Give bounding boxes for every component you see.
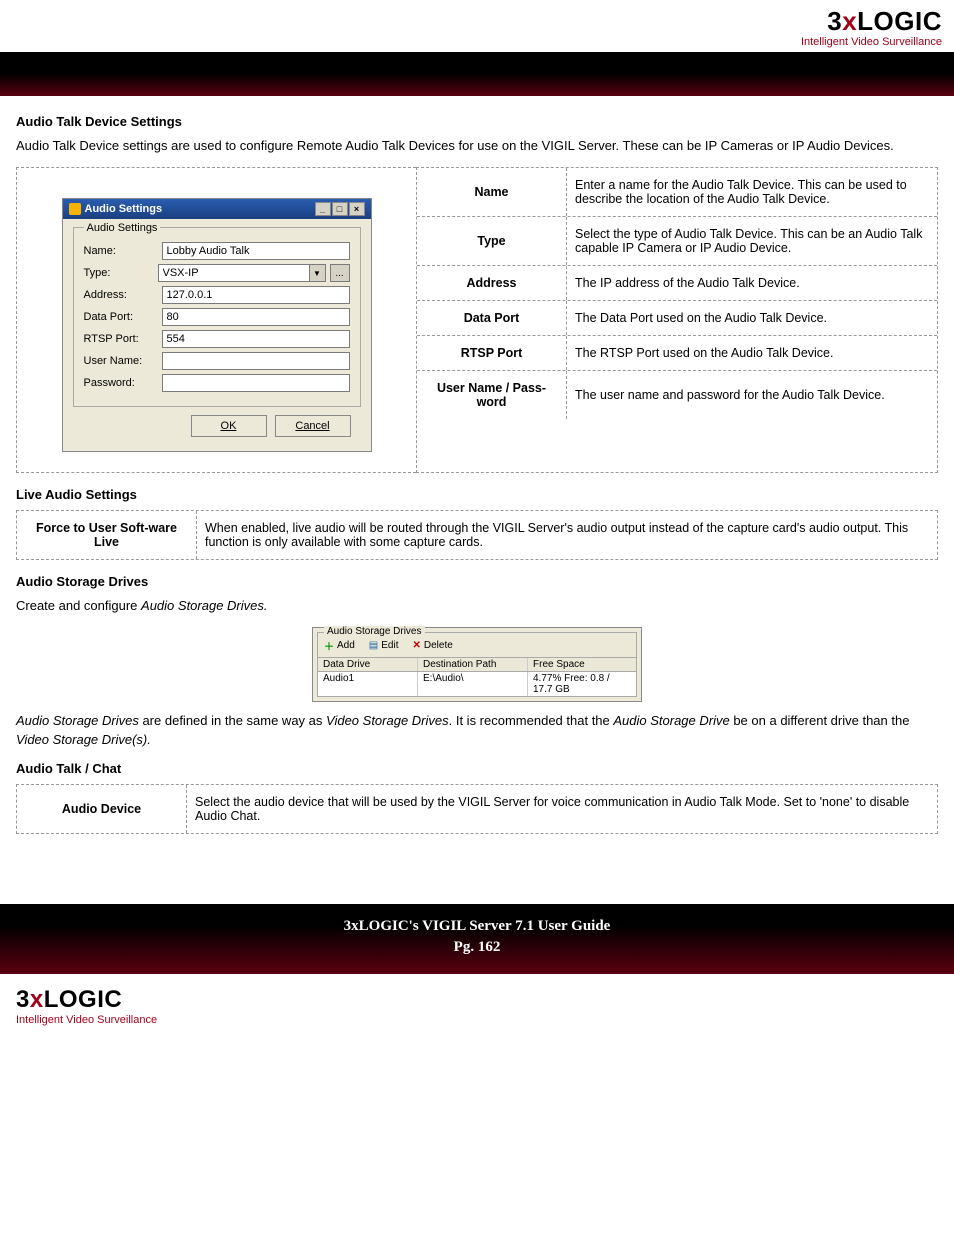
minimize-button[interactable]: _ <box>315 202 331 216</box>
col-dest-path: Destination Path <box>418 658 528 671</box>
content-area: Audio Talk Device Settings Audio Talk De… <box>0 114 954 834</box>
input-rtspport[interactable] <box>162 330 350 348</box>
storage-screenshot: Audio Storage Drives ＋Add ▤Edit ✕Delete … <box>16 627 938 702</box>
audio-settings-dialog: Audio Settings _ □ × Audio Settings <box>62 198 372 452</box>
audio-talk-settings-block: Audio Settings _ □ × Audio Settings <box>16 167 938 473</box>
input-password[interactable] <box>162 374 350 392</box>
input-type[interactable] <box>158 264 310 282</box>
label-password: Password: <box>84 377 162 389</box>
section-title-audio-talk-chat: Audio Talk / Chat <box>16 761 938 776</box>
header-banner <box>0 52 954 96</box>
plus-icon: ＋ <box>324 638 334 653</box>
label-type: Type: <box>84 267 158 279</box>
row-label-name: Name <box>417 168 567 216</box>
fieldset-legend: Audio Settings <box>84 222 161 234</box>
label-username: User Name: <box>84 355 162 367</box>
storage-toolbar: ＋Add ▤Edit ✕Delete <box>318 638 636 657</box>
window-buttons: _ □ × <box>315 202 365 216</box>
ok-button[interactable]: OK <box>191 415 267 437</box>
logo-wordmark-bottom: 3xLOGIC <box>16 988 938 1012</box>
logo-3: 3 <box>827 6 842 36</box>
storage-legend: Audio Storage Drives <box>324 626 425 637</box>
row-desc-dataport: The Data Port used on the Audio Talk Dev… <box>567 301 937 335</box>
row-desc-rtspport: The RTSP Port used on the Audio Talk Dev… <box>567 336 937 370</box>
live-audio-table: Force to User Soft-ware Live When enable… <box>16 510 938 560</box>
row-label-userpass: User Name / Pass-word <box>417 371 567 419</box>
row-label-dataport: Data Port <box>417 301 567 335</box>
row-desc-userpass: The user name and password for the Audio… <box>567 371 937 419</box>
input-dataport[interactable] <box>162 308 350 326</box>
section-intro-audio-talk-device: Audio Talk Device settings are used to c… <box>16 137 938 155</box>
dialog-icon <box>69 203 81 215</box>
audio-settings-screenshot: Audio Settings _ □ × Audio Settings <box>16 167 416 473</box>
storage-delete-button[interactable]: ✕Delete <box>412 638 452 653</box>
input-address[interactable] <box>162 286 350 304</box>
row-desc-name: Enter a name for the Audio Talk Device. … <box>567 168 937 216</box>
storage-intro-italic: Audio Storage Drives. <box>141 598 267 613</box>
cell-free-space: 4.77% Free: 0.8 / 17.7 GB <box>528 672 636 696</box>
chat-row-desc: Select the audio device that will be use… <box>187 785 937 833</box>
section-title-storage: Audio Storage Drives <box>16 574 938 589</box>
label-rtspport: RTSP Port: <box>84 333 162 345</box>
row-label-type: Type <box>417 217 567 265</box>
logo-x: x <box>842 6 857 36</box>
logo-tagline: Intelligent Video Surveillance <box>0 36 942 48</box>
logo-wordmark: 3xLOGIC <box>0 8 942 34</box>
label-name: Name: <box>84 245 162 257</box>
label-address: Address: <box>84 289 162 301</box>
live-row-desc: When enabled, live audio will be routed … <box>197 511 937 559</box>
logo-tagline-bottom: Intelligent Video Surveillance <box>16 1014 938 1026</box>
logo-logic: LOGIC <box>857 6 942 36</box>
audio-chat-table: Audio Device Select the audio device tha… <box>16 784 938 834</box>
edit-icon: ▤ <box>369 640 378 651</box>
storage-edit-button[interactable]: ▤Edit <box>369 638 399 653</box>
storage-add-button[interactable]: ＋Add <box>324 638 355 653</box>
footer-title: 3xLOGIC's VIGIL Server 7.1 User Guide <box>0 916 954 937</box>
input-username[interactable] <box>162 352 350 370</box>
footer-page: Pg. 162 <box>0 937 954 958</box>
dialog-titlebar: Audio Settings _ □ × <box>63 199 371 219</box>
row-desc-type: Select the type of Audio Talk Device. Th… <box>567 217 937 265</box>
storage-grid: Data Drive Destination Path Free Space A… <box>318 657 636 696</box>
live-row-label: Force to User Soft-ware Live <box>17 511 197 559</box>
storage-grid-row[interactable]: Audio1 E:\Audio\ 4.77% Free: 0.8 / 17.7 … <box>318 672 636 696</box>
top-logo: 3xLOGIC Intelligent Video Surveillance <box>0 0 954 52</box>
row-desc-address: The IP address of the Audio Talk Device. <box>567 266 937 300</box>
delete-icon: ✕ <box>412 640 420 651</box>
type-more-button[interactable]: ... <box>330 264 350 282</box>
storage-intro: Create and configure Audio Storage Drive… <box>16 597 938 615</box>
document-page: 3xLOGIC Intelligent Video Surveillance A… <box>0 0 954 1046</box>
chat-row-label: Audio Device <box>17 785 187 833</box>
bottom-logo: 3xLOGIC Intelligent Video Surveillance <box>0 974 954 1046</box>
label-dataport: Data Port: <box>84 311 162 323</box>
footer-banner: 3xLOGIC's VIGIL Server 7.1 User Guide Pg… <box>0 904 954 974</box>
row-label-rtspport: RTSP Port <box>417 336 567 370</box>
storage-intro-prefix: Create and configure <box>16 598 141 613</box>
col-free-space: Free Space <box>528 658 636 671</box>
cell-dest-path: E:\Audio\ <box>418 672 528 696</box>
storage-grid-header: Data Drive Destination Path Free Space <box>318 658 636 672</box>
section-title-audio-talk-device: Audio Talk Device Settings <box>16 114 938 129</box>
cell-data-drive: Audio1 <box>318 672 418 696</box>
type-dropdown-icon[interactable]: ▼ <box>310 264 326 282</box>
dialog-title-text: Audio Settings <box>85 203 163 215</box>
input-name[interactable] <box>162 242 350 260</box>
maximize-button[interactable]: □ <box>332 202 348 216</box>
row-label-address: Address <box>417 266 567 300</box>
storage-explainer: Audio Storage Drives are defined in the … <box>16 712 938 748</box>
close-button[interactable]: × <box>349 202 365 216</box>
col-data-drive: Data Drive <box>318 658 418 671</box>
cancel-button[interactable]: Cancel <box>275 415 351 437</box>
section-title-live-audio: Live Audio Settings <box>16 487 938 502</box>
audio-talk-settings-table: Name Enter a name for the Audio Talk Dev… <box>416 167 938 473</box>
